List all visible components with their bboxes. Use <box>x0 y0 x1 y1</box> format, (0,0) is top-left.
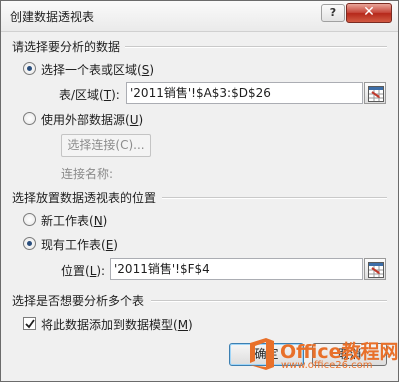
office-logo-icon <box>250 338 274 370</box>
radio-external-source-label[interactable]: 使用外部数据源(U) <box>41 111 143 128</box>
radio-existing-worksheet-label[interactable]: 现有工作表(E) <box>41 236 118 253</box>
radio-new-worksheet[interactable] <box>23 213 36 226</box>
choose-connection-button: 选择连接(C)... <box>61 134 151 157</box>
section-title-multiple-tables: 选择是否想要分析多个表 <box>12 294 145 308</box>
section-title-location: 选择放置数据透视表的位置 <box>12 191 157 205</box>
table-range-input[interactable]: '2011销售'!$A$3:$D$26 <box>126 82 363 104</box>
range-picker-button[interactable] <box>364 82 386 104</box>
section-title-source: 请选择要分析的数据 <box>12 40 121 54</box>
radio-table-range-label[interactable]: 选择一个表或区域(S) <box>41 61 154 78</box>
add-to-data-model-label[interactable]: 将此数据添加到数据模型(M) <box>41 316 193 333</box>
range-picker-icon <box>368 262 384 278</box>
location-label: 位置(L): <box>61 264 106 278</box>
office26-watermark: Office教程网 www.office26.com <box>245 335 399 375</box>
title-bar[interactable]: 创建数据透视表 ? ✕ <box>1 1 398 32</box>
watermark-url: www.office26.com <box>281 360 373 371</box>
radio-external-source[interactable] <box>23 112 36 125</box>
range-label: 表/区域(T): <box>59 88 120 102</box>
add-to-data-model-checkbox[interactable] <box>23 317 36 330</box>
close-button[interactable]: ✕ <box>346 3 392 23</box>
radio-existing-worksheet[interactable] <box>23 237 36 250</box>
dialog-title: 创建数据透视表 <box>10 10 95 24</box>
connection-name-label: 连接名称: <box>61 167 114 181</box>
section-separator <box>162 197 387 199</box>
checkmark-icon <box>25 319 35 329</box>
location-picker-button[interactable] <box>364 258 386 280</box>
radio-new-worksheet-label[interactable]: 新工作表(N) <box>41 212 107 229</box>
help-button[interactable]: ? <box>321 4 345 22</box>
radio-table-range[interactable] <box>23 62 36 75</box>
location-input[interactable]: '2011销售'!$F$4 <box>110 258 363 280</box>
range-picker-icon <box>368 86 384 102</box>
section-separator <box>125 46 387 48</box>
create-pivottable-dialog: 创建数据透视表 ? ✕ 请选择要分析的数据 选择一个表或区域(S) 表/区域(T… <box>0 0 399 382</box>
section-separator <box>151 300 387 302</box>
